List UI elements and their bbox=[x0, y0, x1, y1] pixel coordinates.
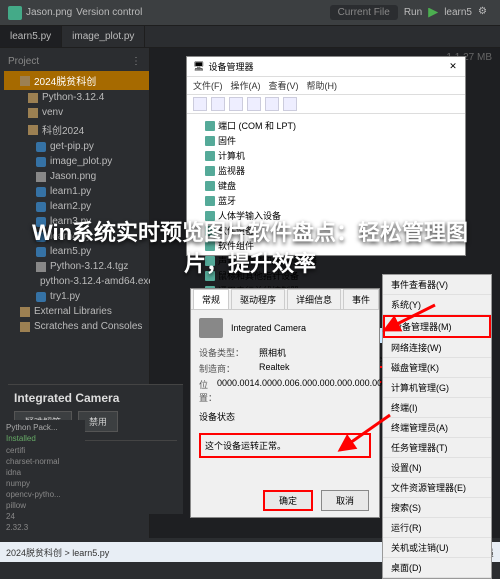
gear-icon[interactable]: ⚙ bbox=[478, 6, 492, 20]
ctx-item[interactable]: 磁盘管理(K) bbox=[383, 358, 491, 378]
close-icon[interactable]: ✕ bbox=[447, 61, 459, 73]
search-scope[interactable]: Current File bbox=[330, 5, 398, 20]
ctx-item[interactable]: 终端(I) bbox=[383, 398, 491, 418]
project-selector[interactable]: Jason.png Version control bbox=[8, 6, 142, 20]
tree-item[interactable]: learn1.py bbox=[4, 184, 149, 199]
status-label: 设备状态 bbox=[199, 410, 371, 423]
ctx-item[interactable]: 网络连接(W) bbox=[383, 338, 491, 358]
tree-item[interactable]: learn2.py bbox=[4, 199, 149, 214]
device-status-box: 这个设备运转正常。 bbox=[199, 433, 371, 458]
project-tree[interactable]: 2024脱贫科创Python-3.12.4venv科创2024get-pip.p… bbox=[0, 71, 149, 334]
ok-button[interactable]: 确定 bbox=[263, 490, 313, 511]
tab-learn5[interactable]: learn5.py bbox=[0, 26, 62, 47]
project-avatar-icon bbox=[8, 6, 22, 20]
tree-item[interactable]: Python-3.12.4 bbox=[4, 90, 149, 105]
run-target[interactable]: learn5 bbox=[444, 7, 472, 18]
ctx-item[interactable]: 桌面(D) bbox=[383, 558, 491, 578]
ctx-item[interactable]: 终端管理员(A) bbox=[383, 418, 491, 438]
devmgr-icon: 🖥 bbox=[193, 61, 204, 72]
tree-item[interactable]: 科创2024 bbox=[4, 120, 149, 139]
device-name: Integrated Camera bbox=[231, 323, 306, 333]
run-label: Run bbox=[404, 7, 422, 18]
breadcrumb: 2024脱贫科创 > learn5.py bbox=[6, 546, 109, 559]
winx-context-menu[interactable]: 事件查看器(V)系统(Y)设备管理器(M)网络连接(W)磁盘管理(K)计算机管理… bbox=[382, 274, 492, 579]
properties-tabs[interactable]: 常规驱动程序详细信息事件 bbox=[191, 289, 379, 310]
ctx-item[interactable]: 搜索(S) bbox=[383, 498, 491, 518]
device-tree-item[interactable]: 键盘 bbox=[191, 178, 461, 193]
camera-panel-title: Integrated Camera bbox=[14, 391, 177, 405]
ctx-item[interactable]: 文件资源管理器(E) bbox=[383, 478, 491, 498]
ctx-item[interactable]: 关机或注销(U) bbox=[383, 538, 491, 558]
devmgr-titlebar[interactable]: 🖥 设备管理器 ✕ bbox=[187, 57, 465, 77]
tree-item[interactable]: image_plot.py bbox=[4, 154, 149, 169]
tree-item[interactable]: try1.py bbox=[4, 289, 149, 304]
device-tree-item[interactable]: 固件 bbox=[191, 133, 461, 148]
tree-item[interactable]: venv bbox=[4, 105, 149, 120]
article-title-overlay: Win系统实时预览图片软件盘点：轻松管理图片，提升效率 bbox=[0, 218, 500, 280]
ctx-item[interactable]: 系统(Y) bbox=[383, 295, 491, 315]
device-tree-item[interactable]: 监视器 bbox=[191, 163, 461, 178]
device-tree-item[interactable]: 端口 (COM 和 LPT) bbox=[191, 118, 461, 133]
ctx-item[interactable]: 运行(R) bbox=[383, 518, 491, 538]
ctx-item[interactable]: 设置(N) bbox=[383, 458, 491, 478]
camera-icon bbox=[199, 318, 223, 338]
cancel-button[interactable]: 取消 bbox=[321, 490, 369, 511]
devmgr-menubar[interactable]: 文件(F)操作(A)查看(V)帮助(H) bbox=[187, 77, 465, 95]
project-name: Jason.png bbox=[26, 7, 72, 18]
run-button-icon[interactable] bbox=[428, 8, 438, 18]
tree-item[interactable]: External Libraries bbox=[4, 304, 149, 319]
tree-item[interactable]: get-pip.py bbox=[4, 139, 149, 154]
editor-tabs: learn5.py image_plot.py bbox=[0, 26, 500, 48]
sidebar-header: Project⋮ bbox=[0, 52, 149, 71]
devmgr-toolbar[interactable] bbox=[187, 95, 465, 114]
ctx-item[interactable]: 任务管理器(T) bbox=[383, 438, 491, 458]
tab-image-plot[interactable]: image_plot.py bbox=[62, 26, 145, 47]
ctx-item[interactable]: 设备管理器(M) bbox=[383, 315, 491, 338]
tree-item[interactable]: Jason.png bbox=[4, 169, 149, 184]
tree-item[interactable]: Scratches and Consoles bbox=[4, 319, 149, 334]
vcs-label[interactable]: Version control bbox=[76, 7, 142, 18]
device-tree-item[interactable]: 计算机 bbox=[191, 148, 461, 163]
ide-titlebar: Jason.png Version control Current File R… bbox=[0, 0, 500, 26]
tree-item[interactable]: 2024脱贫科创 bbox=[4, 71, 149, 90]
python-packages-panel[interactable]: Python Pack... Installed certificharset-… bbox=[0, 420, 85, 536]
ctx-item[interactable]: 计算机管理(G) bbox=[383, 378, 491, 398]
device-tree-item[interactable]: 蓝牙 bbox=[191, 193, 461, 208]
device-properties-dialog: 常规驱动程序详细信息事件 Integrated Camera 设备类型：照相机制… bbox=[190, 288, 380, 518]
